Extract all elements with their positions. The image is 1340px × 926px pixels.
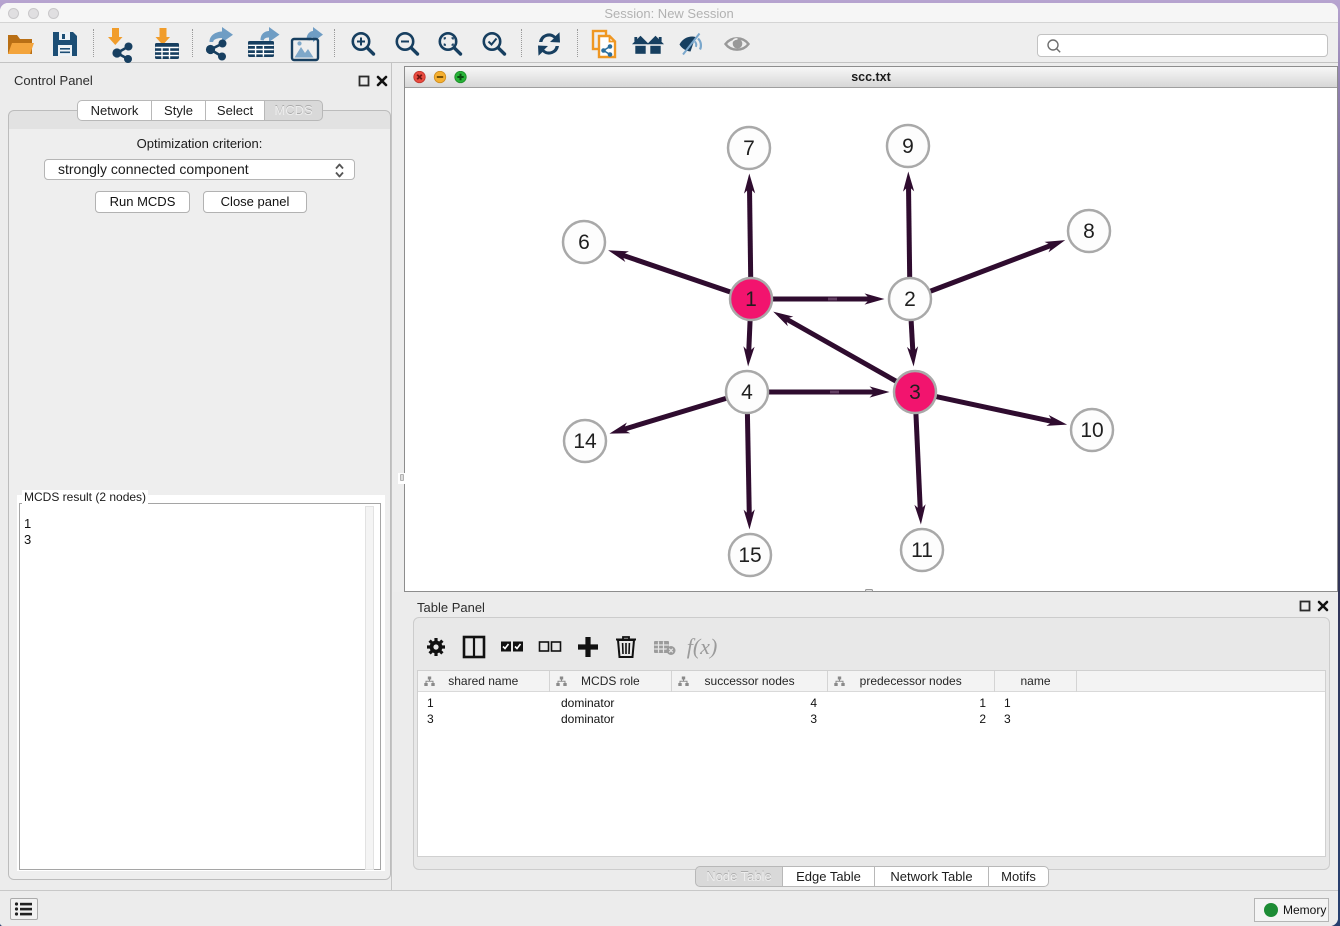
svg-text:1: 1 (745, 288, 757, 311)
svg-text:14: 14 (573, 430, 597, 453)
svg-text:8: 8 (1083, 220, 1095, 243)
svg-text:9: 9 (902, 135, 914, 158)
svg-text:10: 10 (1080, 419, 1103, 442)
svg-text:15: 15 (738, 544, 761, 567)
svg-text:3: 3 (909, 381, 921, 404)
svg-text:7: 7 (743, 137, 755, 160)
svg-text:2: 2 (904, 288, 916, 311)
svg-text:6: 6 (578, 231, 590, 254)
svg-text:4: 4 (741, 381, 753, 404)
svg-text:f(x): f(x) (687, 634, 718, 659)
svg-text:11: 11 (911, 539, 933, 562)
